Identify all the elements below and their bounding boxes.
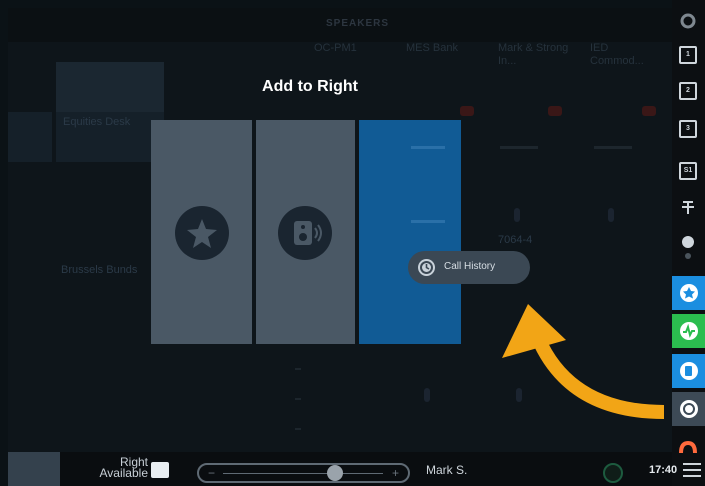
headset-icon[interactable] xyxy=(679,440,697,458)
slider-minus[interactable]: − xyxy=(208,466,215,480)
background-header: SPEAKERS xyxy=(8,8,672,42)
background-column: Mark & Strong In... xyxy=(498,42,569,67)
mic-icon xyxy=(424,388,430,402)
call-history-icon xyxy=(418,259,435,276)
panel-1-button[interactable]: 1 xyxy=(679,46,697,64)
panel-2-button[interactable]: 2 xyxy=(679,82,697,100)
settings-icon[interactable] xyxy=(679,12,697,30)
drag-arrow-icon xyxy=(502,304,664,419)
bottom-bar: Right Available − + Mark S. 17:40 xyxy=(8,452,701,486)
app-screen: SPEAKERS Equities Desk Brussels Bunds 70… xyxy=(0,0,705,486)
favorites-panel[interactable] xyxy=(151,120,252,344)
volume-slider[interactable]: − + xyxy=(197,463,410,483)
mic-icon xyxy=(608,208,614,222)
slider-track xyxy=(223,473,383,474)
dialog-title: Add to Right xyxy=(262,78,358,95)
right-available-status: Right Available xyxy=(99,455,148,480)
background-label: 7064-4 xyxy=(498,234,533,246)
background-column: IED Commod... xyxy=(590,42,644,67)
favorites-star-icon xyxy=(175,206,229,260)
background-label: Brussels Bunds xyxy=(61,264,138,276)
right-handset-icon[interactable] xyxy=(151,462,169,478)
speaker-icon xyxy=(460,106,474,116)
favorites-button[interactable] xyxy=(672,276,705,310)
divider xyxy=(411,220,445,223)
activity-button[interactable] xyxy=(672,314,705,348)
speakers-header: SPEAKERS xyxy=(326,18,390,29)
fader xyxy=(500,146,538,149)
panel-s1-button[interactable]: S1 xyxy=(679,162,697,180)
drop-target-panel[interactable] xyxy=(359,120,461,344)
speaker-icon xyxy=(642,106,656,116)
clock-time: 17:40 xyxy=(649,464,678,476)
speaker-icon xyxy=(548,106,562,116)
slider-plus[interactable]: + xyxy=(392,466,399,480)
clock-icon xyxy=(680,400,698,418)
background-tile xyxy=(8,112,52,162)
right-sidebar: 1 2 3 S1 xyxy=(672,0,705,486)
pin-icon[interactable] xyxy=(679,198,697,216)
pulse-icon xyxy=(680,322,698,340)
speaker-icon xyxy=(278,206,332,260)
user-name: Mark S. xyxy=(426,463,468,477)
divider xyxy=(411,146,445,149)
star-icon xyxy=(680,284,698,302)
slider-knob[interactable] xyxy=(327,465,343,481)
background-column: MES Bank xyxy=(406,42,458,54)
avatar[interactable] xyxy=(603,463,623,483)
speaker-panel[interactable] xyxy=(256,120,355,344)
menu-icon[interactable] xyxy=(683,463,701,479)
panel-3-button[interactable]: 3 xyxy=(679,120,697,138)
background-tile xyxy=(56,62,164,112)
speaker-button[interactable] xyxy=(672,354,705,388)
mic-icon xyxy=(514,208,520,222)
background-column: OC-PM1 xyxy=(314,42,357,54)
call-history-label: Call History xyxy=(444,261,496,272)
volume-knob-icon[interactable] xyxy=(679,234,697,259)
speaker-icon xyxy=(680,362,698,380)
fader xyxy=(594,146,632,149)
call-history-item[interactable]: Call History xyxy=(408,251,530,284)
bottom-left-tab[interactable] xyxy=(8,452,60,486)
call-history-button[interactable] xyxy=(672,392,705,426)
background-label: Equities Desk xyxy=(63,116,131,128)
